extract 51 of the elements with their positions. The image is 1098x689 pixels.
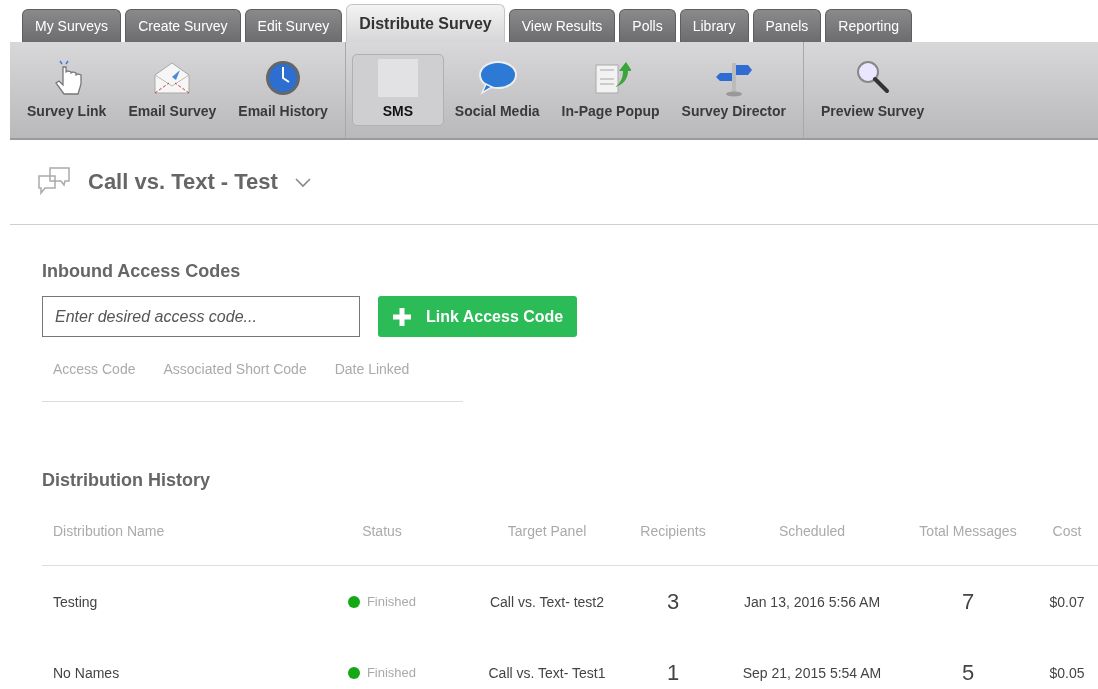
- survey-title: Call vs. Text - Test: [88, 169, 278, 195]
- table-cell-text: 7: [960, 588, 976, 615]
- status-text: Finished: [366, 665, 417, 680]
- nav-tab[interactable]: View Results: [508, 9, 616, 42]
- nav-tab[interactable]: Create Survey: [125, 9, 241, 42]
- toolbar-button[interactable]: In-Page Popup: [550, 54, 671, 126]
- column-header: Cost: [1051, 523, 1083, 539]
- table-cell-text: Call vs. Text- test2: [488, 593, 606, 610]
- toolbar-button[interactable]: Email Survey: [117, 54, 228, 126]
- table-cell-text: $0.05: [1048, 664, 1086, 681]
- chat-bubbles-icon: [36, 166, 72, 198]
- plus-icon: [392, 306, 412, 327]
- column-header: Associated Short Code: [163, 361, 307, 377]
- column-header: Total Messages: [918, 523, 1018, 539]
- column-header: Distribution Name: [52, 523, 166, 539]
- column-header: Date Linked: [334, 361, 410, 377]
- section-heading: Distribution History: [42, 470, 211, 491]
- table-cell-text: Testing: [52, 593, 99, 610]
- table-cell-text: 3: [665, 588, 681, 615]
- section-heading: Inbound Access Codes: [42, 261, 242, 282]
- table-cell-text: $0.07: [1048, 593, 1086, 610]
- nav-tab[interactable]: Distribute Survey: [346, 4, 505, 42]
- column-header: Access Code: [53, 361, 136, 377]
- toolbar-button[interactable]: Social Media: [443, 54, 551, 126]
- column-header: Scheduled: [777, 523, 847, 539]
- table-cell-text: Call vs. Text- Test1: [487, 664, 607, 681]
- speech-bubble-icon: [477, 59, 518, 97]
- table-cell-text: Sep 21, 2015 5:54 AM: [741, 664, 883, 681]
- status-dot: [347, 666, 360, 679]
- nav-tab[interactable]: Panels: [752, 9, 822, 42]
- nav-tab[interactable]: Library: [679, 9, 749, 42]
- access-code-input[interactable]: Enter desired access code...: [42, 296, 360, 337]
- nav-tab[interactable]: Polls: [619, 9, 676, 42]
- nav-tab[interactable]: My Surveys: [22, 9, 122, 42]
- column-header: Target Panel: [506, 523, 588, 539]
- toolbar-button[interactable]: Survey Director: [670, 54, 797, 126]
- table-cell-text: Jan 13, 2016 5:56 AM: [742, 593, 882, 610]
- table-cell-text: 1: [665, 659, 681, 686]
- toolbar-button[interactable]: Survey Link: [16, 54, 118, 126]
- nav-tab[interactable]: Reporting: [825, 9, 913, 42]
- column-header: Recipients: [639, 523, 707, 539]
- toolbar-button[interactable]: SMS: [351, 54, 444, 126]
- toolbar-button[interactable]: Email History: [227, 54, 339, 126]
- column-header: Status: [361, 523, 403, 539]
- chevron-down-icon[interactable]: [293, 176, 312, 188]
- table-cell-text: 5: [960, 659, 976, 686]
- table-cell-text: No Names: [52, 664, 121, 681]
- status-dot: [347, 595, 360, 608]
- nav-tab[interactable]: Edit Survey: [244, 9, 343, 42]
- status-text: Finished: [366, 594, 417, 609]
- toolbar-button[interactable]: Preview Survey: [809, 54, 936, 126]
